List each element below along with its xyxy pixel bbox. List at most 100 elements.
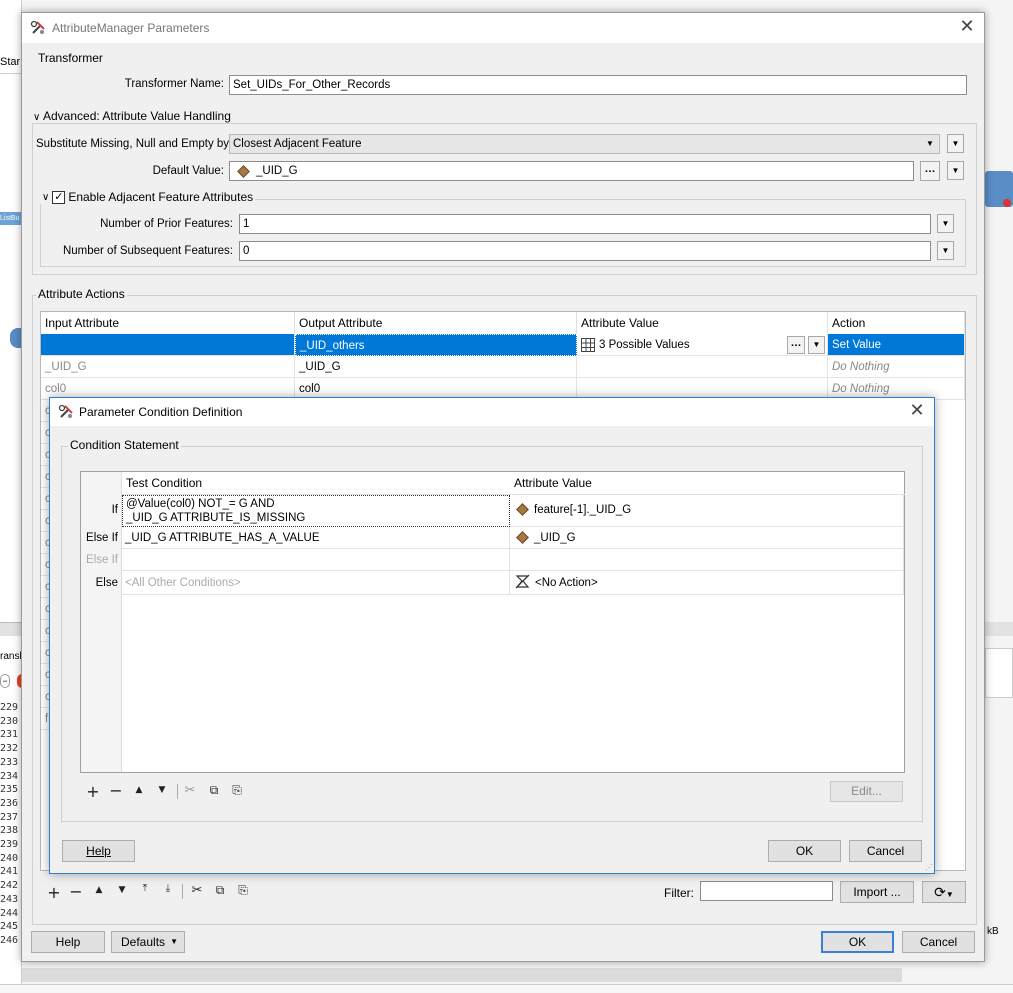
line-number: 243	[0, 893, 19, 905]
column-header[interactable]: Output Attribute	[295, 312, 577, 334]
advanced-group-label: Advanced: Attribute Value Handling	[43, 109, 231, 123]
ok-button[interactable]: OK	[821, 931, 894, 953]
toolbar-divider	[182, 884, 183, 899]
default-value-editor-button[interactable]: …	[920, 161, 940, 181]
background-minus-icon[interactable]: −	[0, 674, 10, 688]
close-icon[interactable]: ✕	[958, 18, 976, 36]
move-top-icon[interactable]: ⤒	[137, 883, 153, 894]
table-icon	[581, 338, 595, 352]
value-menu-button[interactable]: ▼	[808, 336, 825, 354]
attribute-value-cell[interactable]	[577, 356, 828, 378]
prior-features-menu-button[interactable]: ▼	[937, 214, 954, 233]
action-cell[interactable]: Do Nothing	[828, 356, 965, 378]
dialog-titlebar[interactable]: AttributeManager Parameters ✕	[22, 13, 984, 43]
cancel-button[interactable]: Cancel	[902, 931, 975, 953]
move-bottom-icon[interactable]: ⤓	[160, 883, 176, 894]
line-number: 244	[0, 907, 19, 919]
attribute-actions-label: Attribute Actions	[36, 287, 127, 301]
add-icon[interactable]: +	[46, 883, 62, 902]
line-number: 233	[0, 756, 19, 768]
attribute-value-cell[interactable]: _UID_G	[510, 527, 904, 549]
chevron-down-icon[interactable]: ∨	[33, 112, 40, 123]
chevron-down-icon: ▼	[170, 937, 178, 946]
background-port-icon	[1003, 199, 1011, 207]
line-number: 239	[0, 839, 19, 850]
column-header[interactable]: Action	[828, 312, 965, 334]
copy-icon[interactable]: ⧉	[212, 883, 228, 898]
substitute-menu-button[interactable]: ▼	[947, 134, 964, 153]
action-cell[interactable]: Set Value	[828, 334, 965, 356]
attribute-value-text: 3 Possible Values	[599, 339, 690, 351]
remove-icon[interactable]: −	[108, 781, 124, 800]
prior-features-input[interactable]: 1	[239, 214, 931, 234]
test-condition-cell[interactable]	[122, 549, 510, 571]
background-panel-title: ransl	[0, 651, 22, 662]
filter-input[interactable]	[700, 881, 833, 901]
paste-icon[interactable]: ⎘	[235, 883, 251, 898]
line-number: 245	[0, 921, 19, 933]
adjacent-checkbox-label: Enable Adjacent Feature Attributes	[68, 190, 254, 204]
background-node[interactable]: ListBu	[0, 212, 22, 225]
close-icon[interactable]: ✕	[908, 402, 926, 420]
attribute-icon	[237, 165, 250, 178]
transformer-name-input[interactable]: Set_UIDs_For_Other_Records	[229, 75, 967, 95]
cancel-button[interactable]: Cancel	[849, 840, 922, 862]
attribute-icon	[516, 503, 529, 516]
refresh-button[interactable]: ⟳▼	[922, 881, 966, 903]
background-hscrollbar[interactable]	[22, 968, 902, 982]
resize-grip-icon[interactable]: ⋰	[925, 863, 933, 872]
move-up-icon[interactable]: ▲	[91, 885, 107, 895]
dialog-title: AttributeManager Parameters	[52, 21, 210, 35]
input-attribute-cell[interactable]	[41, 334, 295, 356]
condition-dialog-titlebar[interactable]: Parameter Condition Definition ✕	[50, 398, 934, 426]
line-number: 246	[0, 934, 19, 946]
help-button[interactable]: Help	[31, 931, 105, 953]
subsequent-features-menu-button[interactable]: ▼	[937, 241, 954, 260]
column-header[interactable]: Attribute Value	[577, 312, 828, 334]
column-header[interactable]: Attribute Value	[514, 476, 592, 490]
help-button[interactable]: Help	[62, 840, 135, 862]
import-button[interactable]: Import ...	[840, 881, 914, 903]
background-right-panel	[985, 648, 1013, 698]
test-condition-cell[interactable]: <All Other Conditions>	[122, 571, 510, 595]
input-attribute-cell[interactable]: _UID_G	[41, 356, 295, 378]
condition-definition-dialog: Parameter Condition Definition ✕ Conditi…	[49, 397, 935, 874]
test-condition-cell[interactable]: _UID_G ATTRIBUTE_HAS_A_VALUE	[122, 527, 510, 549]
background-tab[interactable]: Star	[0, 56, 22, 74]
add-icon[interactable]: +	[85, 782, 101, 801]
attribute-value-cell[interactable]: <No Action>	[510, 571, 904, 595]
default-value-menu-button[interactable]: ▼	[947, 161, 964, 180]
default-value-input[interactable]: _UID_G	[229, 161, 914, 181]
background-right-header	[985, 622, 1013, 636]
substitute-select[interactable]: Closest Adjacent Feature	[229, 134, 940, 154]
value-editor-button[interactable]: …	[787, 336, 805, 354]
cut-icon[interactable]: ✂	[189, 883, 205, 898]
fme-transformer-icon	[30, 20, 45, 34]
attribute-value-cell[interactable]: feature[-1]._UID_G	[510, 495, 904, 527]
copy-icon[interactable]: ⧉	[206, 783, 222, 798]
column-header[interactable]: Input Attribute	[41, 312, 295, 334]
output-attribute-cell[interactable]: _UID_others	[295, 334, 577, 356]
cut-icon[interactable]: ✂	[182, 783, 198, 798]
line-number: 236	[0, 797, 19, 809]
remove-icon[interactable]: −	[68, 882, 84, 901]
dropdown-arrow-icon[interactable]: ▼	[926, 139, 934, 148]
advanced-group-header[interactable]: ∨ Advanced: Attribute Value Handling	[31, 109, 233, 123]
defaults-button[interactable]: Defaults ▼	[111, 931, 185, 953]
attribute-value-cell[interactable]	[510, 549, 904, 571]
output-attribute-cell[interactable]: _UID_G	[295, 356, 577, 378]
attribute-value-text: feature[-1]._UID_G	[534, 504, 632, 516]
background-size-label: kB	[987, 926, 999, 937]
background-status-bar	[0, 984, 1013, 993]
ok-button[interactable]: OK	[768, 840, 841, 862]
test-condition-cell[interactable]: @Value(col0) NOT_= G AND _UID_G ATTRIBUT…	[122, 495, 510, 527]
subsequent-features-input[interactable]: 0	[239, 241, 931, 261]
adjacent-checkbox[interactable]: ✓	[52, 190, 66, 204]
move-down-icon[interactable]: ▼	[114, 885, 130, 895]
paste-icon[interactable]: ⎘	[229, 783, 245, 798]
move-up-icon[interactable]: ▲	[131, 785, 147, 795]
chevron-down-icon[interactable]: ∨	[42, 192, 49, 203]
move-down-icon[interactable]: ▼	[154, 785, 170, 795]
column-header[interactable]: Test Condition	[126, 476, 202, 490]
edit-button[interactable]: Edit...	[830, 781, 903, 802]
